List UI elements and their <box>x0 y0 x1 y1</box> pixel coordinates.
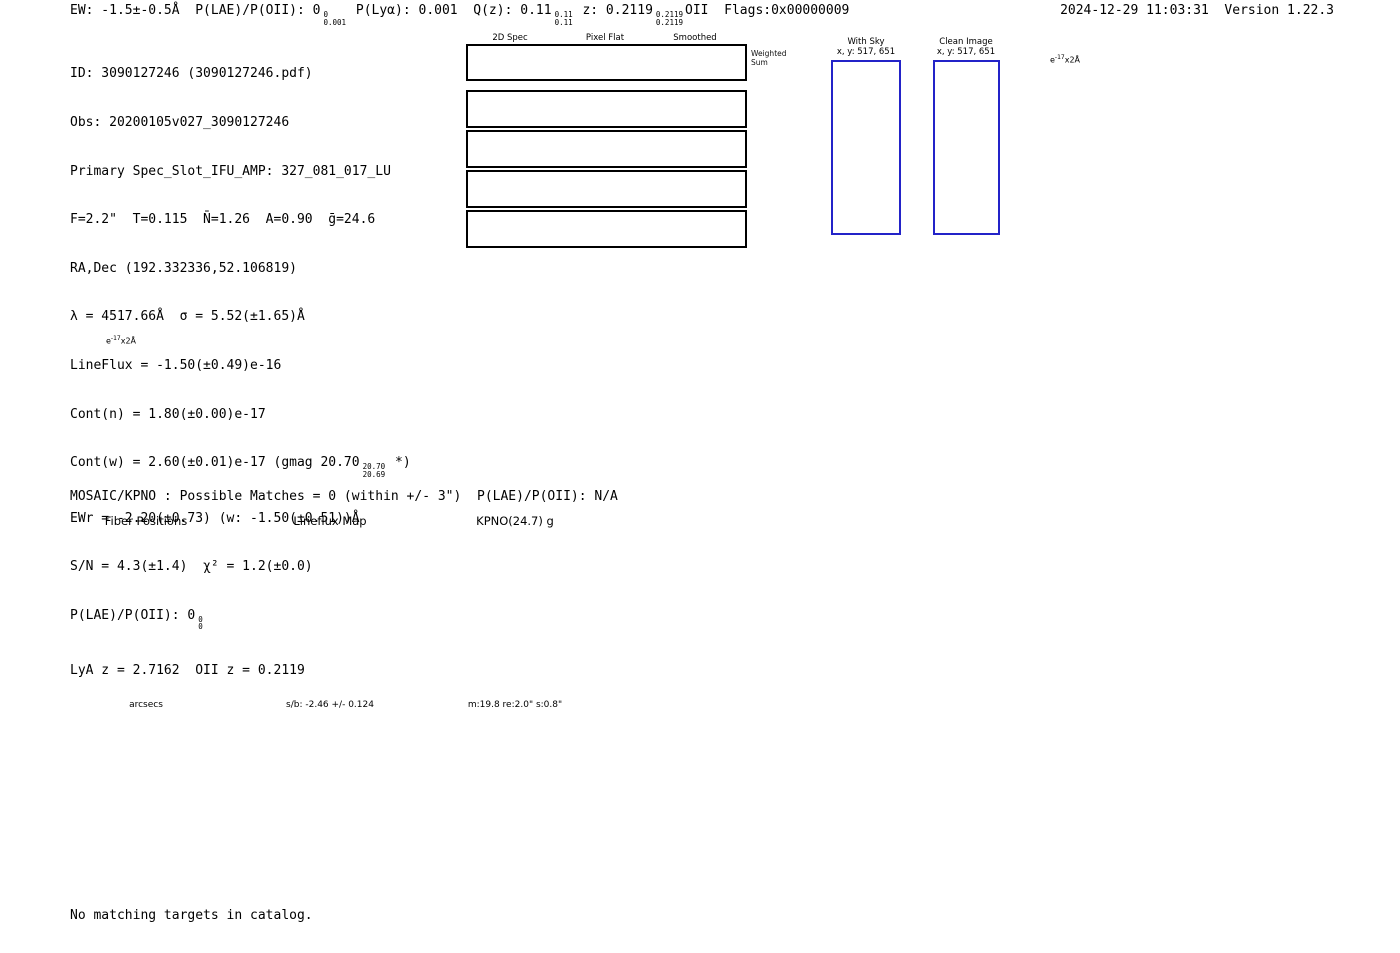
lineflux-map-panel: Lineflux Map s/b: -2.46 +/- 0.124 <box>230 510 430 725</box>
smoothed-strip-image <box>655 212 745 246</box>
lineflux-map-axes <box>230 510 430 715</box>
2dspec-strip-image <box>468 212 562 246</box>
fiber-positions-axes <box>46 510 246 715</box>
footer-notes: No matching targets in catalog. Row inte… <box>70 876 313 953</box>
info-seeing: F=2.2" T=0.115 N̄=1.26 A=0.90 ḡ=24.6 <box>70 212 411 228</box>
with-sky-title: With Sky <box>826 37 906 47</box>
2dspec-strip-image <box>468 92 562 126</box>
zoom-flux-units-label: e-17x2Å <box>1050 54 1080 65</box>
header-z-stack: 0.21190.2119 <box>656 11 683 26</box>
line-fit-zoom-plot: e-17x2Å <box>1030 50 1310 225</box>
header-datetime: 2024-12-29 11:03:31 Version 1.22.3 <box>1060 3 1334 18</box>
pixelflat-strip-image <box>562 212 655 246</box>
smoothed-strip-image <box>655 46 745 79</box>
cutout-row-fiber-2 <box>466 130 747 168</box>
header-summary: EW: -1.5±-0.5Å P(LAE)/P(OII): 000.001 P(… <box>70 3 849 26</box>
weighted-sum-label: WeightedSum <box>751 50 787 67</box>
clean-image <box>933 60 1000 235</box>
clean-image-coords: x, y: 517, 651 <box>924 47 1008 57</box>
header-z-line: OII <box>685 3 708 18</box>
col-header-smoothed: Smoothed <box>663 33 727 43</box>
header-z: z: 0.2119 <box>582 3 652 18</box>
footer-line-1: No matching targets in catalog. <box>70 908 313 924</box>
header-qz: Q(z): 0.11 <box>473 3 551 18</box>
header-ew: EW: -1.5±-0.5Å <box>70 3 180 18</box>
info-primary: Primary Spec_Slot_IFU_AMP: 327_081_017_L… <box>70 164 411 180</box>
full-spectrum-plot: e-17x2Å <box>96 338 1311 460</box>
kpno-cutout-panel: KPNO(24.7) g m:19.8 re:2.0" s:0.8" <box>415 510 615 725</box>
kpno-cutout-xlabel: m:19.8 re:2.0" s:0.8" <box>415 700 615 710</box>
with-sky-image <box>831 60 901 235</box>
2dspec-strip-image <box>468 132 562 166</box>
mosaic-matches-line: MOSAIC/KPNO : Possible Matches = 0 (with… <box>70 489 618 505</box>
2dspec-strip-image <box>468 172 562 206</box>
smoothed-strip-image <box>655 132 745 166</box>
smoothed-strip-image <box>655 92 745 126</box>
fiber-positions-xlabel: arcsecs <box>46 700 246 710</box>
spectrum-flux-units-label: e-17x2Å <box>106 335 136 346</box>
pixelflat-strip-image <box>562 172 655 206</box>
cutout-row-fiber-1 <box>466 90 747 128</box>
kpno-cutout-axes <box>415 510 615 715</box>
elixer-report-page: EW: -1.5±-0.5Å P(LAE)/P(OII): 000.001 P(… <box>0 0 1400 953</box>
col-header-2dspec: 2D Spec <box>478 33 542 43</box>
info-obs: Obs: 20200105v027_3090127246 <box>70 115 411 131</box>
cutout-row-fiber-3 <box>466 170 747 208</box>
info-radec: RA,Dec (192.332336,52.106819) <box>70 261 411 277</box>
header-plya: P(Lyα): 0.001 <box>356 3 458 18</box>
info-lambda: λ = 4517.66Å σ = 5.52(±1.65)Å <box>70 309 411 325</box>
header-plae-stack: 00.001 <box>323 11 346 26</box>
col-header-pixelflat: Pixel Flat <box>573 33 637 43</box>
fiber-positions-panel: Fiber Positions arcsecs <box>46 510 246 725</box>
header-plae: P(LAE)/P(OII): 0 <box>195 3 320 18</box>
2dspec-strip-image <box>468 46 562 79</box>
pixelflat-strip-image <box>562 132 655 166</box>
clean-image-title: Clean Image <box>924 37 1008 47</box>
line-fit-zoom-svg <box>1030 50 1310 225</box>
full-spectrum-svg <box>96 338 1311 460</box>
cutout-row-weighted-sum <box>466 44 747 81</box>
smoothed-strip-image <box>655 172 745 206</box>
cutout-row-fiber-4 <box>466 210 747 248</box>
pixelflat-strip-blank <box>562 46 655 79</box>
with-sky-coords: x, y: 517, 651 <box>826 47 906 57</box>
header-flags: Flags:0x00000009 <box>724 3 849 18</box>
pixelflat-strip-image <box>562 92 655 126</box>
header-qz-stack: 0.110.11 <box>555 11 573 26</box>
lineflux-map-xlabel: s/b: -2.46 +/- 0.124 <box>230 700 430 710</box>
info-id: ID: 3090127246 (3090127246.pdf) <box>70 66 411 82</box>
